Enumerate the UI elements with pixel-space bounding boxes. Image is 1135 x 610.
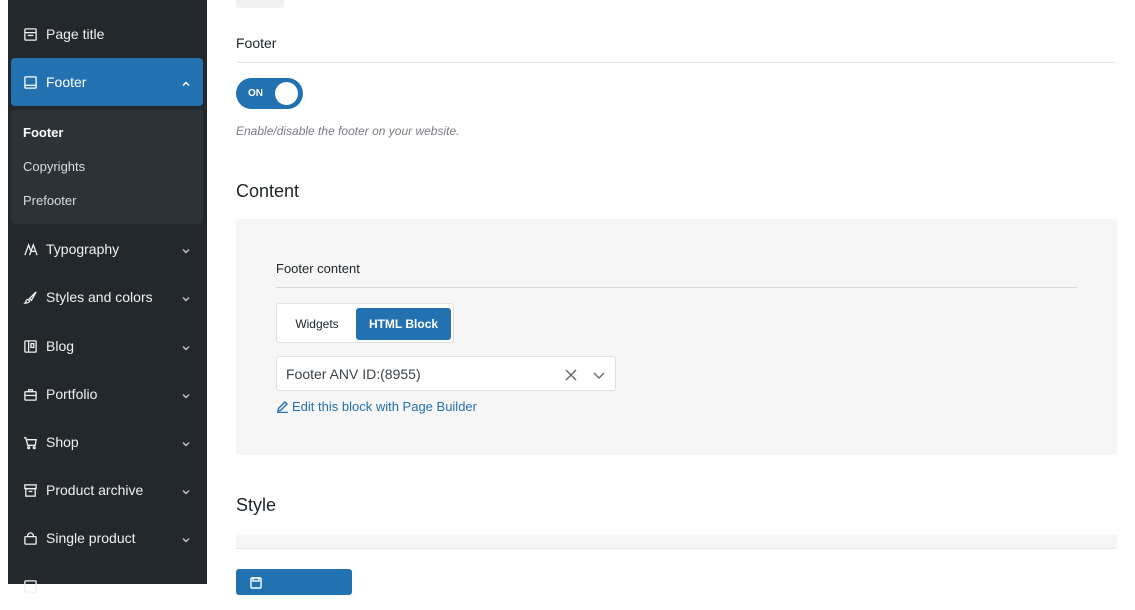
html-block-tab-button[interactable]: HTML Block bbox=[356, 308, 451, 340]
sidebar-item-shop[interactable]: Shop bbox=[11, 418, 203, 466]
footer-content-title: Footer content bbox=[276, 261, 360, 276]
sidebar-item-blog[interactable]: Blog bbox=[11, 322, 203, 370]
submenu-item-footer[interactable]: Footer bbox=[23, 125, 63, 140]
submenu-item-copyrights[interactable]: Copyrights bbox=[23, 159, 85, 174]
blog-icon bbox=[22, 338, 38, 354]
html-block-select[interactable]: Footer ANV ID:(8955) bbox=[276, 356, 616, 391]
style-section-title: Style bbox=[236, 495, 277, 515]
footer-icon bbox=[22, 74, 38, 90]
sidebar-item-footer[interactable]: Footer bbox=[11, 58, 203, 106]
typography-icon bbox=[22, 241, 38, 257]
chevron-up-icon bbox=[181, 76, 191, 87]
more-icon bbox=[22, 578, 38, 594]
sidebar-item-typography[interactable]: Typography bbox=[11, 225, 203, 273]
sidebar-item-label: Blog bbox=[46, 338, 75, 354]
sidebar-edge bbox=[0, 0, 8, 584]
chevron-down-icon bbox=[181, 340, 191, 351]
content-type-switcher: Widgets HTML Block bbox=[276, 303, 454, 343]
footer-toggle-switch[interactable]: ON bbox=[236, 78, 303, 109]
pencil-icon bbox=[277, 401, 288, 413]
sidebar-item-label: Shop bbox=[46, 434, 79, 450]
options-main: Footer ON Enable/disable the footer on y… bbox=[207, 0, 1135, 595]
previous-section-edge bbox=[236, 0, 284, 8]
chevron-down-icon bbox=[181, 291, 191, 302]
page-title-icon bbox=[22, 26, 38, 42]
briefcase-icon bbox=[22, 386, 38, 402]
toggle-label: ON bbox=[248, 88, 263, 99]
brush-icon bbox=[22, 289, 38, 305]
submenu-item-prefooter[interactable]: Prefooter bbox=[23, 193, 76, 208]
content-section-title: Content bbox=[236, 181, 300, 201]
edit-block-link[interactable]: Edit this block with Page Builder bbox=[276, 399, 477, 414]
sidebar-item-portfolio[interactable]: Portfolio bbox=[11, 370, 203, 418]
chevron-down-icon bbox=[181, 484, 191, 495]
sidebar-item-label: Footer bbox=[46, 74, 87, 90]
bag-icon bbox=[22, 530, 38, 546]
sidebar-item-single-product[interactable]: Single product bbox=[11, 514, 203, 562]
cart-icon bbox=[22, 434, 38, 450]
widgets-tab-button[interactable]: Widgets bbox=[281, 308, 353, 340]
chevron-down-icon bbox=[181, 532, 191, 543]
sidebar-item-label: Page title bbox=[46, 26, 105, 42]
save-icon bbox=[250, 577, 262, 589]
sidebar-item-label: Styles and colors bbox=[46, 289, 153, 305]
clear-icon[interactable] bbox=[565, 368, 577, 381]
chevron-down-icon[interactable] bbox=[593, 368, 605, 380]
chevron-down-icon bbox=[181, 243, 191, 254]
divider bbox=[236, 62, 1117, 63]
archive-icon bbox=[22, 482, 38, 498]
options-sidebar: Page title Footer Footer Copyrights Pref… bbox=[0, 0, 207, 593]
sidebar-item-label: Typography bbox=[46, 241, 120, 257]
sidebar-item-product-archive[interactable]: Product archive bbox=[11, 466, 203, 514]
sidebar-item-page-title[interactable]: Page title bbox=[11, 10, 203, 58]
footer-field-title: Footer bbox=[236, 35, 277, 51]
footer-submenu: Footer Copyrights Prefooter bbox=[11, 110, 203, 224]
chevron-down-icon bbox=[181, 436, 191, 447]
edit-block-link-label: Edit this block with Page Builder bbox=[292, 399, 477, 414]
divider bbox=[276, 287, 1077, 288]
chevron-down-icon bbox=[181, 388, 191, 399]
sidebar-item-more[interactable] bbox=[11, 562, 203, 610]
sidebar-item-label: Product archive bbox=[46, 482, 144, 498]
style-panel bbox=[236, 535, 1117, 549]
selected-block-value: Footer ANV ID:(8955) bbox=[286, 366, 421, 382]
toggle-knob bbox=[275, 82, 298, 105]
content-panel: Footer content Widgets HTML Block Footer… bbox=[236, 219, 1117, 455]
sidebar-item-styles-and-colors[interactable]: Styles and colors bbox=[11, 273, 203, 321]
sidebar-item-label: Portfolio bbox=[46, 386, 98, 402]
sidebar-item-label: Single product bbox=[46, 530, 136, 546]
footer-toggle-description: Enable/disable the footer on your websit… bbox=[236, 124, 460, 138]
save-button[interactable] bbox=[236, 569, 352, 595]
